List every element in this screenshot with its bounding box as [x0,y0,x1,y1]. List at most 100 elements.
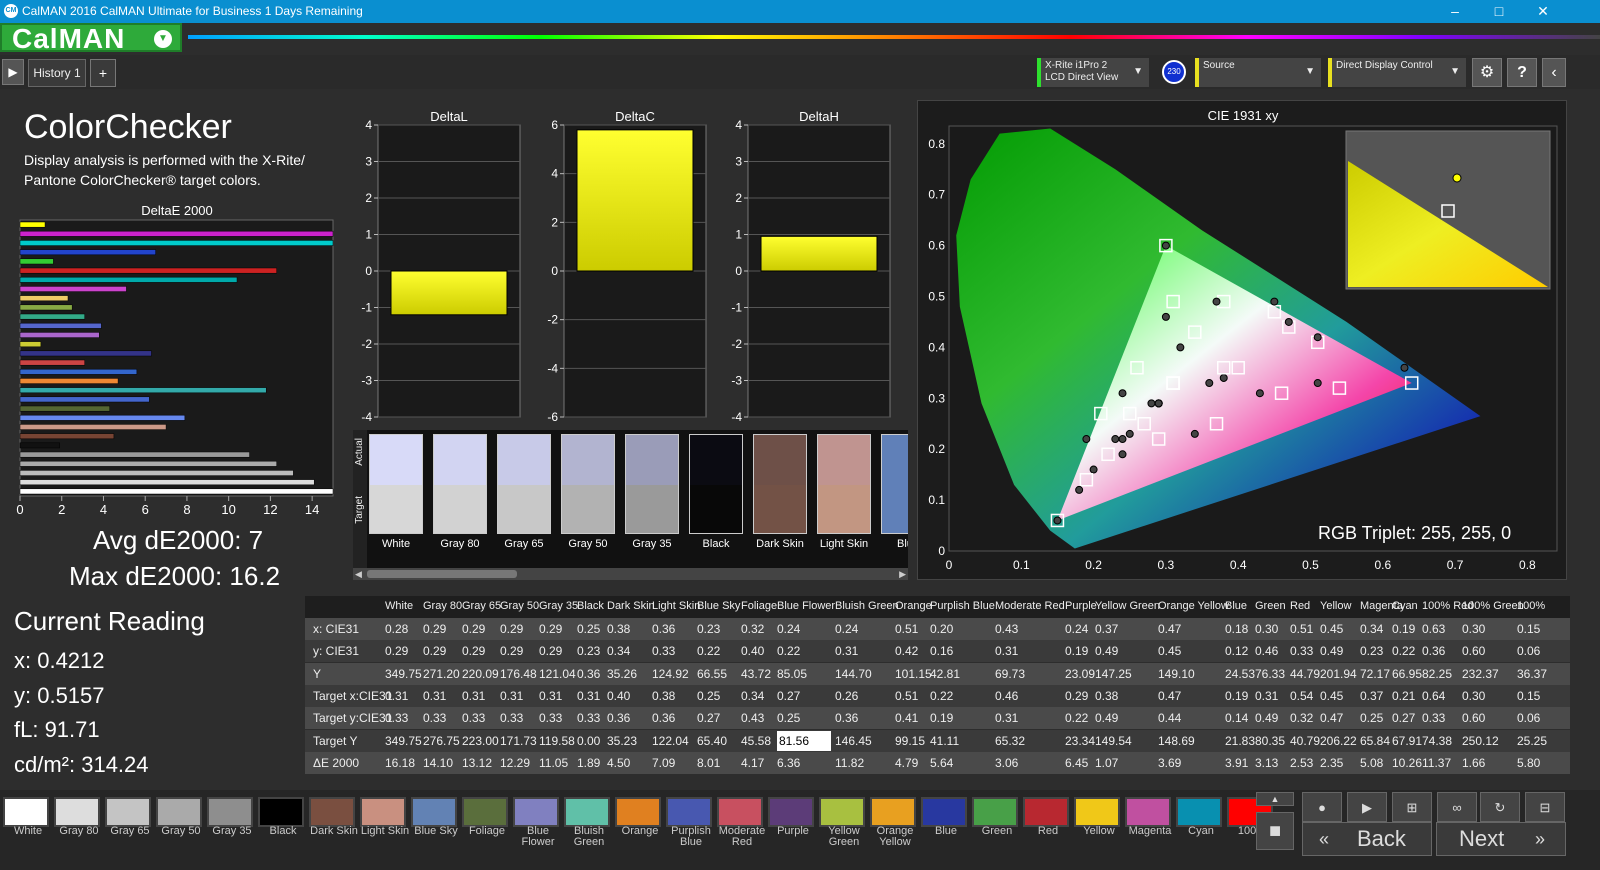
bottom-swatch[interactable] [3,797,49,827]
tab-history-1[interactable]: History 1 [28,59,86,87]
swatch-pair[interactable] [817,434,871,534]
bottom-swatch[interactable] [258,797,304,827]
table-cell: 0.36 [652,622,676,636]
swatch-pair[interactable] [369,434,423,534]
bottom-swatch[interactable] [564,797,610,827]
target-swatch [498,485,550,533]
column-header[interactable]: 100% Green [1462,600,1524,612]
column-header[interactable]: Blue Sky [697,600,740,612]
scroll-right-icon[interactable]: ▶ [899,569,906,580]
column-header[interactable]: Blue [1225,600,1247,612]
swatch-pair[interactable] [881,434,908,534]
column-header[interactable]: White [385,600,413,612]
bottom-swatch[interactable] [972,797,1018,827]
column-header[interactable]: Foliage [741,600,777,612]
tick-label: -4 [361,410,372,424]
stop-measure-icon[interactable]: ● [1302,792,1342,822]
refresh-icon[interactable]: ↻ [1480,792,1520,822]
swatch-pair[interactable] [689,434,743,534]
bottom-swatch[interactable] [462,797,508,827]
column-header[interactable]: Orange [895,600,932,612]
source-selector[interactable]: Source ▼ [1195,58,1321,87]
deltae-bar [19,341,42,348]
cie-y-tick: 0.3 [928,391,945,405]
column-header[interactable]: Light Skin [652,600,700,612]
maximize-button[interactable]: □ [1484,1,1514,21]
bottom-swatch[interactable] [615,797,661,827]
play-icon[interactable]: ▶ [1347,792,1387,822]
scroll-up-icon[interactable]: ▲ [1256,792,1294,806]
swatch-pair[interactable] [497,434,551,534]
back-button[interactable]: « Back [1302,822,1432,856]
meter-selector[interactable]: X-Rite i1Pro 2 LCD Direct View ▼ [1037,58,1149,87]
actual-swatch [818,435,870,485]
column-header[interactable]: Green [1255,600,1286,612]
bottom-swatch-label: Red [1037,825,1059,837]
table-cell: 0.23 [1360,644,1384,659]
row-label: Y [313,666,322,681]
bottom-swatch[interactable] [156,797,202,827]
table-cell: 45.58 [741,733,772,748]
swatch-pair[interactable] [561,434,615,534]
column-header[interactable]: Gray 50 [500,600,539,612]
table-cell: 0.31 [385,688,409,703]
settings-gear-icon[interactable]: ⚙ [1472,58,1502,87]
close-button[interactable]: ✕ [1528,1,1558,21]
collapse-icon[interactable]: ‹ [1542,58,1566,87]
read-series-icon[interactable]: ⊟ [1525,792,1565,822]
scroll-left-icon[interactable]: ◀ [355,569,362,580]
column-header[interactable]: Purple [1065,600,1097,612]
bottom-swatch[interactable] [360,797,406,827]
column-header[interactable]: Yellow [1320,600,1351,612]
column-header[interactable]: Gray 35 [539,600,578,612]
column-header[interactable]: Orange Yellow [1158,600,1229,612]
add-tab-button[interactable]: + [90,59,116,87]
stop-icon[interactable]: ■ [1256,812,1294,850]
column-header[interactable]: Yellow Green [1095,600,1160,612]
bottom-swatch[interactable] [411,797,457,827]
column-header[interactable]: Gray 65 [462,600,501,612]
column-header[interactable]: 100% [1517,600,1545,612]
next-button[interactable]: Next » [1436,822,1566,856]
bottom-swatch[interactable] [717,797,763,827]
table-cell: 0.22 [1065,711,1089,726]
column-header[interactable]: Black [577,600,604,612]
bottom-swatch[interactable] [1074,797,1120,827]
bottom-swatch[interactable] [1125,797,1171,827]
column-header[interactable]: Red [1290,600,1310,612]
bottom-swatch[interactable] [309,797,355,827]
scroll-thumb[interactable] [367,570,517,578]
bottom-swatch[interactable] [513,797,559,827]
bottom-swatch[interactable] [870,797,916,827]
bottom-swatch[interactable] [207,797,253,827]
bottom-swatch[interactable] [1023,797,1069,827]
column-header[interactable]: Gray 80 [423,600,462,612]
column-header[interactable]: Dark Skin [607,600,655,612]
loop-icon[interactable]: ∞ [1437,792,1477,822]
column-header[interactable]: Moderate Red [995,600,1065,612]
swatch-pair[interactable] [753,434,807,534]
calman-menu-button[interactable]: CalMAN ▼ [0,23,182,54]
swatch-pair[interactable] [433,434,487,534]
column-header[interactable]: Bluish Green [835,600,899,612]
bottom-swatch[interactable] [105,797,151,827]
swatch-pair[interactable] [625,434,679,534]
bottom-swatch[interactable] [819,797,865,827]
table-cell: 0.38 [652,688,676,703]
bottom-swatch[interactable] [921,797,967,827]
table-cell: 36.37 [1517,666,1548,681]
play-sidebar-button[interactable]: ▶ [2,59,24,85]
column-header[interactable]: Cyan [1392,600,1418,612]
minimize-button[interactable]: – [1440,1,1470,21]
column-header[interactable]: Purplish Blue [930,600,995,612]
bottom-swatch[interactable] [54,797,100,827]
continuous-icon[interactable]: ⊞ [1392,792,1432,822]
table-cell: 176.48 [500,666,537,681]
column-header[interactable]: Blue Flower [777,600,835,612]
swatch-scrollbar[interactable]: ◀ ▶ [353,568,908,580]
bottom-swatch[interactable] [1176,797,1222,827]
bottom-swatch[interactable] [666,797,712,827]
display-selector[interactable]: Direct Display Control ▼ [1328,58,1466,87]
help-icon[interactable]: ? [1507,58,1537,87]
bottom-swatch[interactable] [768,797,814,827]
